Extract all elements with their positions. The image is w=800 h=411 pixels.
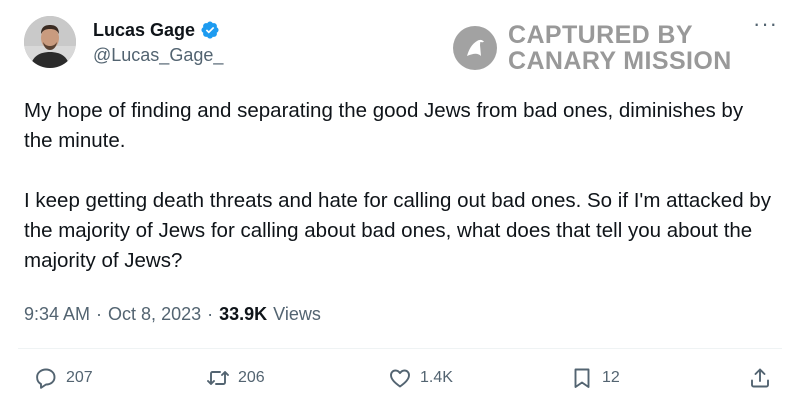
like-icon <box>390 369 410 388</box>
views-label: Views <box>273 304 321 324</box>
watermark-line2: CANARY MISSION <box>508 47 732 75</box>
reply-count: 207 <box>66 369 93 386</box>
bookmark-icon <box>574 368 590 388</box>
display-name[interactable]: Lucas Gage <box>93 20 195 41</box>
avatar[interactable] <box>24 16 76 68</box>
author-block: Lucas Gage @Lucas_Gage_ <box>93 18 223 66</box>
tweet-text: My hope of finding and separating the go… <box>24 96 776 276</box>
reply-icon <box>36 368 56 389</box>
repost-button[interactable]: 206 <box>206 366 265 390</box>
tweet-paragraph-2: I keep getting death threats and hate fo… <box>24 189 771 272</box>
repost-count: 206 <box>238 369 265 386</box>
watermark-line1: CAPTURED BY <box>508 21 693 49</box>
share-button[interactable] <box>748 366 772 390</box>
divider <box>18 348 782 349</box>
like-count: 1.4K <box>420 369 453 386</box>
more-icon[interactable]: ··· <box>753 13 778 35</box>
watermark: CAPTURED BY CANARY MISSION <box>452 22 732 74</box>
meta-separator: · <box>96 304 103 324</box>
reply-button[interactable]: 207 <box>34 366 93 390</box>
name-row: Lucas Gage <box>93 18 223 42</box>
bookmark-button[interactable]: 12 <box>570 366 620 390</box>
tweet-card: Lucas Gage @Lucas_Gage_ CAPTURED BY CANA… <box>0 0 800 411</box>
action-bar: 207 206 1.4K 12 <box>0 366 800 400</box>
tweet-meta: 9:34 AM · Oct 8, 2023 · 33.9K Views <box>24 304 321 325</box>
meta-separator-2: · <box>207 304 214 324</box>
bookmark-count: 12 <box>602 369 620 386</box>
tweet-date[interactable]: Oct 8, 2023 <box>108 304 201 325</box>
watermark-text: CAPTURED BY CANARY MISSION <box>508 22 732 74</box>
handle[interactable]: @Lucas_Gage_ <box>93 45 223 66</box>
tweet-time[interactable]: 9:34 AM <box>24 304 90 325</box>
canary-logo-icon <box>453 26 497 70</box>
verified-badge-icon[interactable] <box>200 20 220 40</box>
repost-icon <box>207 371 229 385</box>
avatar-photo <box>24 16 76 68</box>
tweet-paragraph-1: My hope of finding and separating the go… <box>24 99 744 152</box>
share-icon <box>751 368 769 388</box>
like-button[interactable]: 1.4K <box>388 366 453 390</box>
views-count: 33.9K <box>219 304 268 324</box>
